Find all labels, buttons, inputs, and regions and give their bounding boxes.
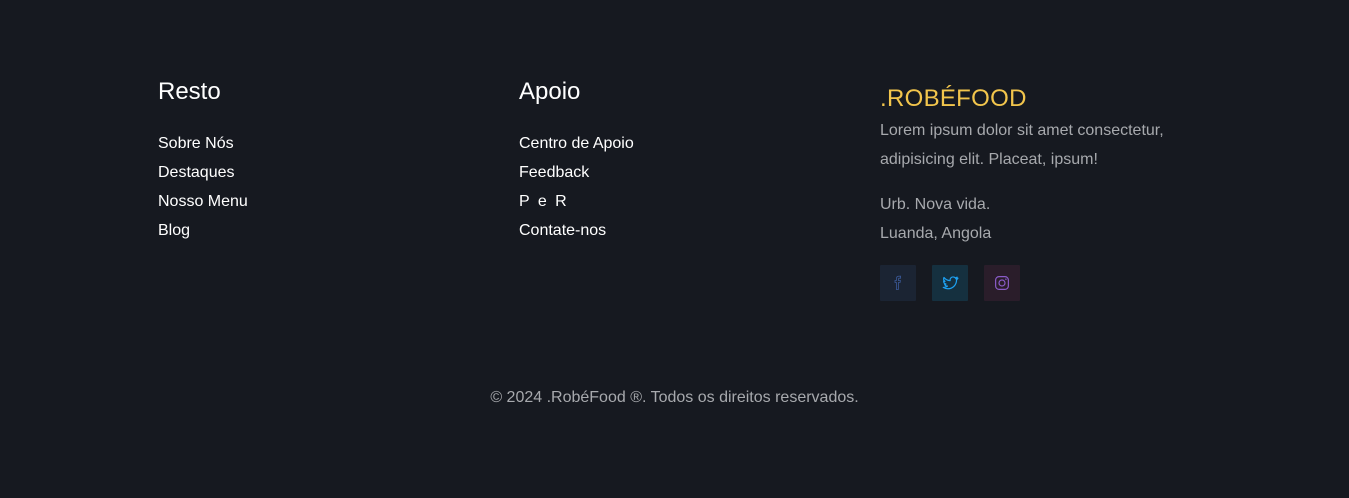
column-title-resto: Resto — [158, 78, 221, 105]
list-item: Feedback — [519, 158, 634, 187]
link-sobre-nos[interactable]: Sobre Nós — [158, 135, 234, 152]
list-item: P e R — [519, 187, 634, 216]
link-blog[interactable]: Blog — [158, 222, 190, 239]
twitter-icon — [942, 276, 959, 290]
list-item: Nosso Menu — [158, 187, 248, 216]
column-title-apoio: Apoio — [519, 78, 581, 105]
link-p-e-r[interactable]: P e R — [519, 193, 569, 210]
link-nosso-menu[interactable]: Nosso Menu — [158, 193, 248, 210]
address-line-1: Urb. Nova vida. — [880, 196, 991, 213]
twitter-button[interactable] — [932, 265, 968, 301]
footer-column-resto: Resto Sobre Nós Destaques Nosso Menu Blo… — [158, 78, 248, 245]
list-item: Centro de Apoio — [519, 129, 634, 158]
list-item: Blog — [158, 216, 248, 245]
address-line-2: Luanda, Angola — [880, 225, 992, 242]
link-destaques[interactable]: Destaques — [158, 164, 235, 181]
instagram-button[interactable] — [984, 265, 1020, 301]
footer-column-brand: .ROBÉFOOD Lorem ipsum dolor sit amet con… — [880, 84, 1200, 301]
list-item: Sobre Nós — [158, 129, 248, 158]
facebook-icon — [894, 275, 901, 290]
site-footer: Resto Sobre Nós Destaques Nosso Menu Blo… — [0, 0, 1349, 498]
list-item: Destaques — [158, 158, 248, 187]
brand-description: Lorem ipsum dolor sit amet consectetur, … — [880, 122, 1164, 168]
footer-column-apoio: Apoio Centro de Apoio Feedback P e R Con… — [519, 78, 634, 245]
social-links — [880, 265, 1200, 301]
apoio-links: Centro de Apoio Feedback P e R Contate-n… — [519, 129, 634, 245]
link-contate-nos[interactable]: Contate-nos — [519, 222, 606, 239]
link-feedback[interactable]: Feedback — [519, 164, 589, 181]
instagram-icon — [995, 276, 1009, 290]
link-centro-de-apoio[interactable]: Centro de Apoio — [519, 135, 634, 152]
address: Urb. Nova vida. Luanda, Angola — [880, 190, 1200, 248]
facebook-button[interactable] — [880, 265, 916, 301]
copyright-text: © 2024 .RobéFood ®. Todos os direitos re… — [490, 389, 859, 406]
brand-logo: .ROBÉFOOD — [880, 85, 1027, 112]
resto-links: Sobre Nós Destaques Nosso Menu Blog — [158, 129, 248, 245]
list-item: Contate-nos — [519, 216, 634, 245]
